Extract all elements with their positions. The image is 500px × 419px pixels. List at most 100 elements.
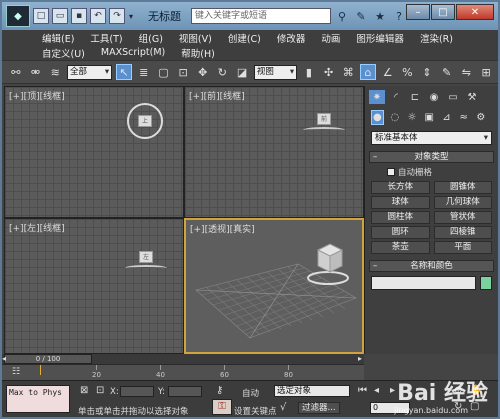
menu-edit[interactable]: 编辑(E) xyxy=(42,31,74,45)
mini-curve-editor-icon[interactable]: ☷ xyxy=(12,367,20,377)
utilities-tab-icon[interactable]: ⚒ xyxy=(464,90,480,104)
snaps-toggle-icon[interactable]: ⌂ xyxy=(360,64,376,80)
app-logo-icon[interactable]: ◆ xyxy=(6,5,30,27)
close-icon[interactable]: ✕ xyxy=(456,4,494,20)
geometry-icon[interactable]: ● xyxy=(371,110,384,125)
viewport-perspective[interactable]: [+][透视][真实] xyxy=(184,218,364,354)
key-filters-button[interactable]: 过滤器... xyxy=(298,402,340,414)
cameras-icon[interactable]: ▣ xyxy=(423,110,435,125)
star-icon[interactable]: ★ xyxy=(372,8,388,24)
set-key-label[interactable]: 设置关键点 xyxy=(234,405,277,417)
menu-help[interactable]: 帮助(H) xyxy=(181,46,215,60)
minimize-icon[interactable]: – xyxy=(406,4,430,20)
create-tab-icon[interactable]: ✷ xyxy=(369,90,385,104)
autogrid-option[interactable]: 自动栅格 xyxy=(387,166,498,178)
x-coord-field[interactable] xyxy=(120,386,154,397)
binoculars-icon[interactable]: ⚲ xyxy=(334,8,350,24)
spinner-snap-icon[interactable]: ⇕ xyxy=(419,64,435,80)
primitive-category-select[interactable]: 标准基本体 xyxy=(371,131,492,145)
viewcube-ring-icon[interactable] xyxy=(125,265,167,271)
scale-icon[interactable]: ◪ xyxy=(234,64,250,80)
auto-key-label[interactable]: 自动 xyxy=(242,387,259,399)
menu-group[interactable]: 组(G) xyxy=(139,31,163,45)
keyboard-shortcut-icon[interactable]: ⌘ xyxy=(340,64,356,80)
modify-tab-icon[interactable]: ◜ xyxy=(388,90,404,104)
transform-mode-icon[interactable]: ⊡ xyxy=(96,385,104,396)
geosphere-button[interactable]: 几何球体 xyxy=(433,196,492,209)
wrench-icon[interactable]: ✎ xyxy=(353,8,369,24)
named-selection-icon[interactable]: ✎ xyxy=(439,64,455,80)
reference-coord-select[interactable]: 视图 xyxy=(253,64,298,80)
mirror-icon[interactable]: ⇋ xyxy=(459,64,475,80)
time-slider-thumb[interactable]: 0 / 100 xyxy=(4,354,92,364)
time-slider-next-icon[interactable]: ▸ xyxy=(358,354,362,363)
align-icon[interactable]: ⊞ xyxy=(478,64,494,80)
menu-animation[interactable]: 动画 xyxy=(321,31,340,45)
select-by-name-icon[interactable]: ≣ xyxy=(136,64,152,80)
viewcube-icon[interactable]: 前 xyxy=(317,113,331,125)
systems-icon[interactable]: ⚙ xyxy=(475,110,487,125)
lock-icon[interactable]: ⊠ xyxy=(80,385,88,396)
box-button[interactable]: 长方体 xyxy=(371,181,430,194)
viewport-label-left[interactable]: [+][左][线框] xyxy=(9,221,65,234)
maxscript-listener[interactable]: Max to Phys xyxy=(6,385,70,413)
move-icon[interactable]: ✥ xyxy=(195,64,211,80)
redo-icon[interactable]: ↷ xyxy=(109,8,125,24)
prev-frame-icon[interactable]: ◂ xyxy=(374,385,379,396)
quick-access-dropdown-icon[interactable]: ▾ xyxy=(126,8,136,24)
menu-create[interactable]: 创建(C) xyxy=(228,31,261,45)
selection-set-select[interactable]: 选定对象 xyxy=(274,385,350,397)
viewport-label-top[interactable]: [+][顶][线框] xyxy=(9,89,65,102)
viewcube-icon[interactable]: 左 xyxy=(139,251,153,263)
menu-graph-editors[interactable]: 图形编辑器 xyxy=(356,31,404,45)
link-icon[interactable]: ⚯ xyxy=(8,64,24,80)
search-input[interactable]: 键入关键字或短语 xyxy=(191,8,331,24)
object-name-input[interactable] xyxy=(371,276,476,290)
key-icon[interactable]: ⚷ xyxy=(216,385,223,396)
viewcube-icon[interactable]: 上 xyxy=(138,115,152,127)
new-file-icon[interactable]: □ xyxy=(33,8,49,24)
viewcube-3d-icon[interactable] xyxy=(300,236,360,292)
cylinder-button[interactable]: 圆柱体 xyxy=(371,211,430,224)
viewport-front[interactable]: [+][前][线框] 前 xyxy=(184,86,364,218)
pyramid-button[interactable]: 四棱锥 xyxy=(433,226,492,239)
hierarchy-tab-icon[interactable]: ⊏ xyxy=(407,90,423,104)
key-tangent-icon[interactable]: √ xyxy=(280,402,286,413)
time-slider[interactable]: 0 / 100 ◂ ▸ xyxy=(2,354,364,364)
tube-button[interactable]: 管状体 xyxy=(433,211,492,224)
undo-icon[interactable]: ↶ xyxy=(90,8,106,24)
open-folder-icon[interactable]: ▭ xyxy=(52,8,68,24)
menu-views[interactable]: 视图(V) xyxy=(179,31,212,45)
viewport-label-front[interactable]: [+][前][线框] xyxy=(189,89,245,102)
menu-customize[interactable]: 自定义(U) xyxy=(42,46,85,60)
name-color-rollout[interactable]: – 名称和颜色 xyxy=(369,260,494,272)
lights-icon[interactable]: ☼ xyxy=(406,110,418,125)
go-to-start-icon[interactable]: ⏮ xyxy=(358,385,367,396)
window-crossing-icon[interactable]: ⊡ xyxy=(175,64,191,80)
display-tab-icon[interactable]: ▭ xyxy=(445,90,461,104)
cone-button[interactable]: 圆锥体 xyxy=(433,181,492,194)
select-manipulate-icon[interactable]: ✣ xyxy=(321,64,337,80)
y-coord-field[interactable] xyxy=(168,386,202,397)
motion-tab-icon[interactable]: ◉ xyxy=(426,90,442,104)
menu-modifiers[interactable]: 修改器 xyxy=(277,31,306,45)
set-key-icon[interactable]: ⚿ xyxy=(212,399,232,415)
torus-button[interactable]: 圆环 xyxy=(371,226,430,239)
maximize-icon[interactable]: □ xyxy=(431,4,455,20)
shapes-icon[interactable]: ◌ xyxy=(389,110,401,125)
plane-button[interactable]: 平面 xyxy=(433,241,492,254)
angle-snap-icon[interactable]: ∠ xyxy=(380,64,396,80)
percent-snap-icon[interactable]: % xyxy=(400,64,416,80)
unlink-icon[interactable]: ⚮ xyxy=(28,64,44,80)
menu-rendering[interactable]: 渲染(R) xyxy=(420,31,453,45)
track-bar[interactable]: ☷ 20 40 60 80 xyxy=(2,364,364,380)
rotate-icon[interactable]: ↻ xyxy=(215,64,231,80)
autogrid-checkbox[interactable] xyxy=(387,168,395,176)
spacewarps-icon[interactable]: ≈ xyxy=(458,110,470,125)
teapot-button[interactable]: 茶壶 xyxy=(371,241,430,254)
save-icon[interactable]: ▪ xyxy=(71,8,87,24)
object-type-rollout[interactable]: – 对象类型 xyxy=(369,151,494,163)
object-color-swatch[interactable] xyxy=(480,276,492,290)
menu-maxscript[interactable]: MAXScript(M) xyxy=(101,47,165,58)
sphere-button[interactable]: 球体 xyxy=(371,196,430,209)
